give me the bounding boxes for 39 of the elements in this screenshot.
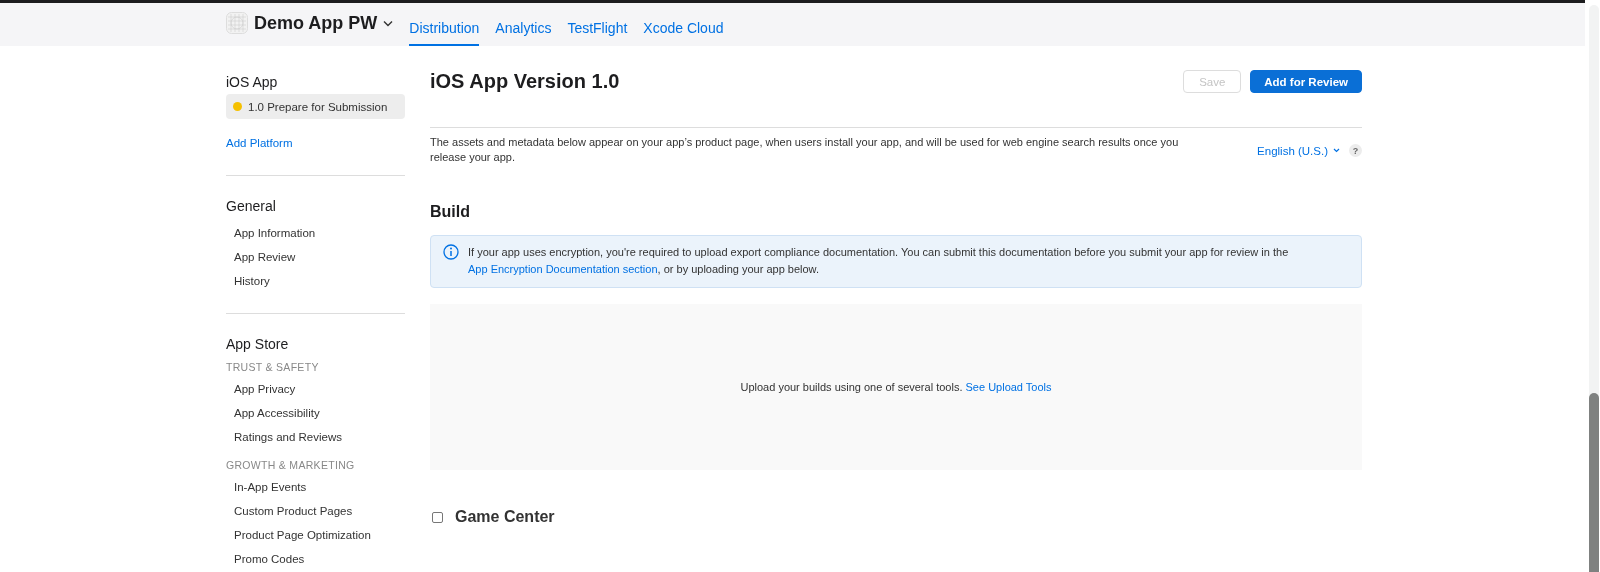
add-platform-link[interactable]: Add Platform [226, 137, 293, 149]
sidebar-item[interactable]: Ratings and Reviews [226, 425, 343, 449]
nav-tab[interactable]: Analytics [495, 20, 552, 46]
app-name[interactable]: Demo App PW [254, 12, 378, 34]
section-title: App Store [226, 336, 290, 352]
version-item[interactable]: 1.0 Prepare for Submission [226, 94, 405, 119]
nav-tab[interactable]: Distribution [409, 20, 480, 46]
scrollbar[interactable] [1589, 5, 1599, 572]
nav-tab[interactable]: TestFlight [567, 20, 628, 46]
sidebar-item[interactable]: Custom Product Pages [226, 499, 353, 523]
sidebar-item[interactable]: App Information [226, 221, 316, 245]
sidebar-item[interactable]: App Accessibility [226, 401, 320, 425]
app-icon [226, 12, 248, 34]
add-for-review-button[interactable]: Add for Review [1250, 70, 1362, 93]
upload-tools-link[interactable]: See Upload Tools [965, 381, 1052, 393]
sidebar-item[interactable]: History [226, 269, 270, 293]
group-heading: GROWTH & MARKETING [226, 459, 356, 471]
checkbox[interactable] [432, 511, 443, 523]
language-selector[interactable]: English (U.S.) [1257, 144, 1340, 157]
help-button[interactable]: ? [1349, 144, 1362, 157]
nav-tab[interactable]: Xcode Cloud [643, 20, 724, 46]
sidebar-item[interactable]: App Review [226, 245, 296, 269]
description-text: The assets and metadata below appear on your app’s product page, when users install your app, and will be used for web engine search results once you release your app. [430, 135, 1180, 165]
sidebar-item[interactable]: In-App Events [226, 475, 307, 499]
platform-title: iOS App [226, 74, 279, 90]
sidebar-item[interactable]: App Privacy [226, 377, 296, 401]
chevron-down-icon[interactable] [383, 19, 394, 27]
group-heading: TRUST & SAFETY [226, 361, 320, 373]
info-text: If your app uses encryption, you're required to upload export compliance documentation. You can submit this documentation before you submit your app for review in the App Encryption Documentation section, or by uploading your app below. [468, 245, 1290, 277]
page-title: iOS App Version 1.0 [430, 70, 620, 93]
section-title: General [226, 198, 277, 214]
section-heading: Build [430, 203, 471, 221]
info-icon [443, 244, 459, 260]
sidebar-item[interactable]: Promo Codes [226, 547, 305, 571]
chevron-down-icon [1333, 148, 1340, 153]
upload-text: Upload your builds using one of several tools. See Upload Tools [740, 381, 1052, 393]
section-heading: Game Center [455, 508, 555, 526]
documentation-link[interactable]: App Encryption Documentation section [468, 263, 658, 275]
sidebar-item[interactable]: Product Page Optimization [226, 523, 371, 547]
